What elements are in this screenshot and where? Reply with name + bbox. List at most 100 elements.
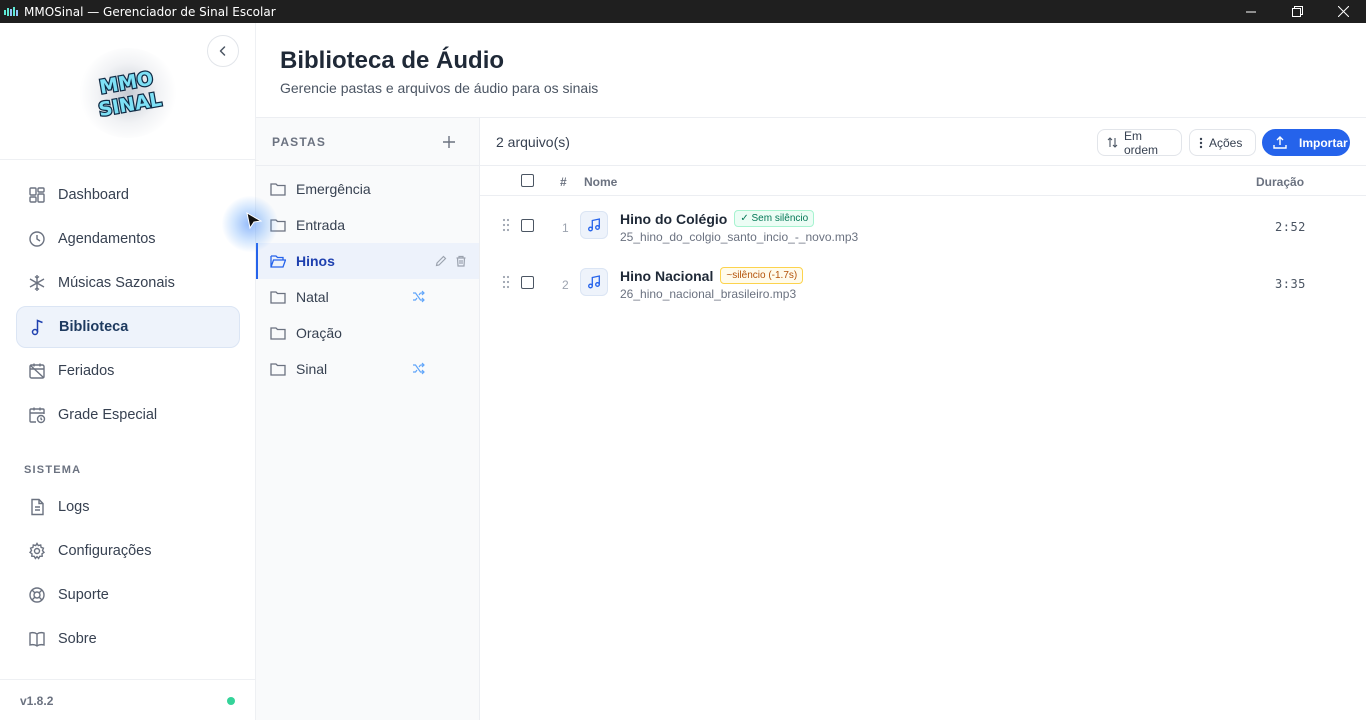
- folders-heading: PASTAS: [272, 134, 327, 149]
- minimize-button[interactable]: [1228, 0, 1274, 23]
- music-file-icon: [580, 211, 608, 239]
- book-icon: [28, 630, 46, 648]
- folder-item-hinos[interactable]: Hinos: [256, 243, 479, 279]
- calendar-clock-icon: [28, 406, 46, 424]
- music-file-icon: [580, 268, 608, 296]
- sidebar-collapse-button[interactable]: [207, 35, 239, 67]
- file-title: Hino do Colégio ✓ Sem silêncio: [620, 210, 815, 227]
- folder-name: Emergência: [296, 181, 371, 197]
- nav-item-feriados[interactable]: Feriados: [16, 350, 240, 392]
- window-title: MMOSinal — Gerenciador de Sinal Escolar: [24, 4, 276, 19]
- minimize-icon: [1246, 11, 1256, 12]
- restore-button[interactable]: [1274, 0, 1320, 23]
- snowflake-icon: [28, 274, 46, 292]
- folder-item-entrada[interactable]: Entrada: [256, 207, 479, 243]
- drag-handle-icon[interactable]: [502, 275, 510, 294]
- chevron-left-icon: [219, 46, 226, 56]
- nav-label: Grade Especial: [58, 407, 158, 423]
- sort-icon: [1107, 137, 1118, 148]
- sidebar-footer: v1.8.2: [0, 679, 256, 720]
- folder-item-sinal[interactable]: Sinal: [256, 351, 479, 387]
- restore-icon: [1291, 6, 1303, 17]
- nav-item-biblioteca[interactable]: Biblioteca: [16, 306, 240, 348]
- edit-folder-button[interactable]: [435, 254, 447, 270]
- file-text-icon: [28, 498, 46, 516]
- nav-item-sobre[interactable]: Sobre: [16, 618, 240, 660]
- file-name: 25_hino_do_colgio_santo_incio_-_novo.mp3: [620, 230, 859, 244]
- actions-menu-button[interactable]: Ações: [1189, 129, 1256, 156]
- sort-order-label: Em ordem: [1124, 128, 1159, 157]
- column-header-number: #: [560, 175, 567, 189]
- plus-icon: [443, 136, 455, 148]
- folder-icon: [270, 360, 288, 378]
- folder-icon: [270, 180, 288, 198]
- trash-icon: [456, 255, 466, 267]
- file-title-text: Hino Nacional: [620, 267, 714, 284]
- nav-label: Configurações: [58, 543, 152, 559]
- nav-item-dashboard[interactable]: Dashboard: [16, 174, 240, 216]
- folder-icon: [270, 324, 288, 342]
- nav-label: Feriados: [58, 363, 115, 379]
- section-label-sistema: SISTEMA: [24, 464, 82, 476]
- column-header-name: Nome: [584, 175, 618, 189]
- app-logo-icon: [4, 6, 20, 18]
- import-button[interactable]: Importar: [1262, 129, 1350, 156]
- folder-list: Emergência Entrada Hinos Natal Oração Si…: [256, 166, 479, 387]
- nav-label: Sobre: [58, 631, 97, 647]
- pencil-icon: [435, 255, 447, 267]
- nav-item-agendamentos[interactable]: Agendamentos: [16, 218, 240, 260]
- files-toolbar: 2 arquivo(s) Em ordem Ações Importar: [480, 118, 1366, 166]
- nav-label: Logs: [58, 499, 90, 515]
- nav-label: Biblioteca: [59, 319, 129, 335]
- table-header: # Nome Duração: [480, 166, 1366, 196]
- app-logo: MMO SINAL: [70, 48, 186, 138]
- more-vertical-icon: [1199, 137, 1203, 149]
- window-titlebar: MMOSinal — Gerenciador de Sinal Escolar: [0, 0, 1366, 23]
- drag-handle-icon[interactable]: [502, 218, 510, 237]
- import-label: Importar: [1299, 135, 1348, 150]
- select-all-checkbox[interactable]: [521, 174, 534, 187]
- nav-label: Músicas Sazonais: [58, 275, 175, 291]
- actions-label: Ações: [1209, 135, 1243, 150]
- file-title-text: Hino do Colégio: [620, 210, 728, 227]
- table-row[interactable]: 1 Hino do Colégio ✓ Sem silêncio 25_hino…: [480, 197, 1366, 254]
- sort-order-button[interactable]: Em ordem: [1097, 128, 1182, 157]
- delete-folder-button[interactable]: [455, 254, 467, 270]
- nav-item-logs[interactable]: Logs: [16, 486, 240, 528]
- nav-item-musicas-sazonais[interactable]: Músicas Sazonais: [16, 262, 240, 304]
- nav-item-grade-especial[interactable]: Grade Especial: [16, 394, 240, 436]
- shuffle-icon: [412, 290, 425, 306]
- nav-item-suporte[interactable]: Suporte: [16, 574, 240, 616]
- folders-panel: PASTAS Emergência Entrada Hinos Natal Or…: [256, 118, 480, 720]
- folder-name: Sinal: [296, 361, 328, 377]
- lifebuoy-icon: [28, 586, 46, 604]
- silence-status-badge: ~silêncio (-1.7s): [720, 267, 804, 284]
- table-row[interactable]: 2 Hino Nacional ~silêncio (-1.7s) 26_hin…: [480, 254, 1366, 311]
- nav-label: Suporte: [58, 587, 109, 603]
- row-checkbox[interactable]: [521, 276, 534, 289]
- file-name: 26_hino_nacional_brasileiro.mp3: [620, 287, 797, 301]
- logo-icon: MMO SINAL: [96, 66, 165, 122]
- gear-icon: [28, 542, 46, 560]
- folder-name: Natal: [296, 289, 329, 305]
- music-note-icon: [29, 318, 47, 336]
- file-count: 2 arquivo(s): [496, 134, 570, 150]
- folder-item-oracao[interactable]: Oração: [256, 315, 479, 351]
- folder-item-natal[interactable]: Natal: [256, 279, 479, 315]
- folder-actions: [435, 254, 467, 270]
- sidebar: MMO SINAL Dashboard Agendamentos Músicas…: [0, 23, 256, 720]
- folder-icon: [270, 288, 288, 306]
- mouse-cursor-icon: [246, 212, 262, 230]
- file-duration: 3:35: [1275, 277, 1306, 291]
- dashboard-icon: [28, 186, 46, 204]
- nav-item-configuracoes[interactable]: Configurações: [16, 530, 240, 572]
- close-button[interactable]: [1320, 0, 1366, 23]
- upload-icon: [1273, 136, 1287, 149]
- row-number: 2: [562, 278, 569, 292]
- add-folder-button[interactable]: [439, 132, 459, 152]
- folder-name: Oração: [296, 325, 342, 341]
- row-checkbox[interactable]: [521, 219, 534, 232]
- column-header-duration: Duração: [1256, 175, 1305, 189]
- folder-item-emergencia[interactable]: Emergência: [256, 171, 479, 207]
- clock-icon: [28, 230, 46, 248]
